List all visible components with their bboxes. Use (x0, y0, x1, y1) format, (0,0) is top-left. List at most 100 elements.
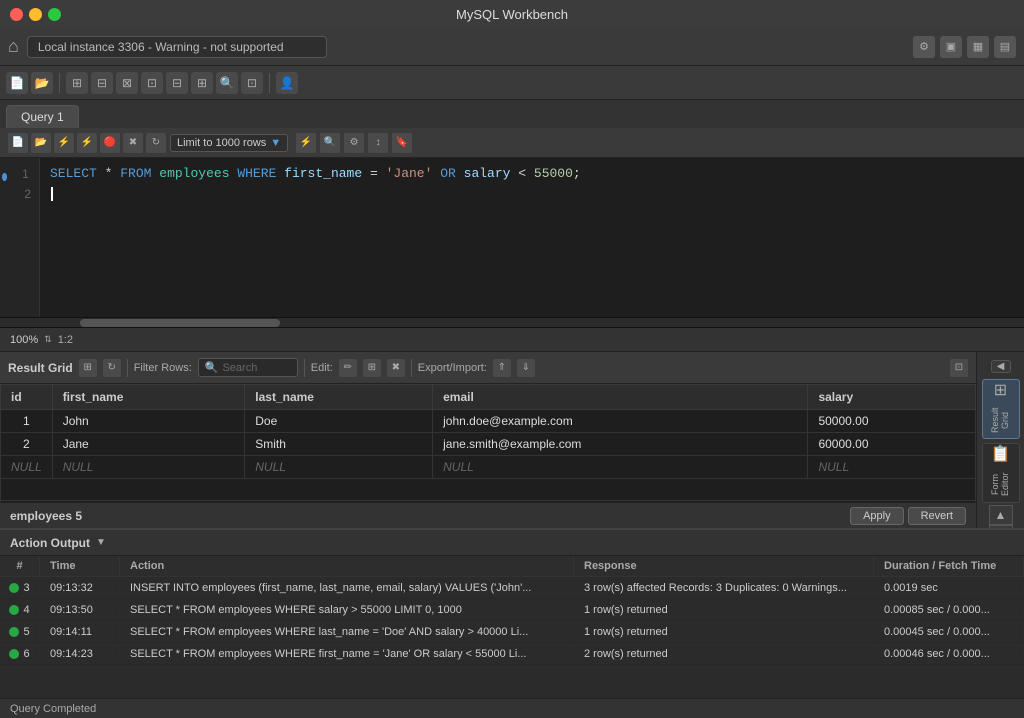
close-button[interactable] (10, 8, 23, 21)
result-grid-side-btn[interactable]: ⊞ Result Grid (982, 379, 1020, 439)
create-table-icon[interactable]: ⊠ (116, 72, 138, 94)
data-table[interactable]: sqlguru.org id first_name last_name emai… (0, 384, 976, 502)
limit-select[interactable]: Limit to 1000 rows ▼ (170, 134, 288, 152)
ao-td-response-6: 2 row(s) returned (574, 646, 874, 662)
line-number-2: 2 (0, 184, 39, 204)
sql-editor: 1 2 SELECT * FROM employees WHERE first_… (0, 158, 1024, 318)
view-icon[interactable]: ▦ (967, 36, 989, 58)
ao-td-duration-6: 0.00046 sec / 0.000... (874, 646, 1024, 662)
form-editor-side-icon: 📋 (991, 444, 1011, 464)
result-table: id first_name last_name email salary 1 J… (0, 384, 976, 502)
create-proc-icon[interactable]: ⊟ (166, 72, 188, 94)
panel-icon[interactable]: ▤ (994, 36, 1016, 58)
execute-icon[interactable]: ⚡ (296, 133, 316, 153)
alter-table-icon[interactable]: ⊟ (91, 72, 113, 94)
grid-icon[interactable]: ⊞ (79, 359, 97, 377)
success-dot-5 (9, 627, 19, 637)
cell-lname-null: NULL (245, 456, 433, 479)
scroll-thumb[interactable] (80, 319, 280, 327)
new-query-icon[interactable]: 📄 (8, 133, 28, 153)
search-placeholder: Search (222, 362, 257, 374)
edit-icon2[interactable]: ⊞ (363, 359, 381, 377)
result-grid-side-label: Result Grid (991, 403, 1011, 438)
cell-email-1: john.doe@example.com (433, 410, 808, 433)
result-toolbar: Result Grid ⊞ ↻ Filter Rows: 🔍 Search Ed… (0, 352, 976, 384)
table-row-empty-1[interactable] (1, 479, 976, 501)
inspect-icon[interactable]: 🔍 (216, 72, 238, 94)
cell-salary-null: NULL (808, 456, 976, 479)
layout-icon[interactable]: ▣ (940, 36, 962, 58)
line-numbers: 1 2 (0, 158, 40, 317)
action-output: Action Output ▼ # Time Action Response D… (0, 528, 1024, 698)
cursor (51, 187, 53, 201)
scroll-area[interactable] (0, 318, 1024, 328)
side-panel: ◀ ⊞ Result Grid 📋 Form Editor ▲ ▼ (976, 352, 1024, 528)
query-tab-1[interactable]: Query 1 (6, 105, 79, 128)
ao-row-3[interactable]: 3 09:13:32 INSERT INTO employees (first_… (0, 577, 1024, 599)
fullscreen-icon[interactable]: ⊡ (950, 359, 968, 377)
maximize-button[interactable] (48, 8, 61, 21)
sql-line-1: SELECT * FROM employees WHERE first_name… (50, 164, 1014, 184)
create-func-icon[interactable]: ⊞ (191, 72, 213, 94)
success-dot-6 (9, 649, 19, 659)
line-dot-1 (2, 173, 6, 181)
nav-up-button[interactable]: ▲ (989, 505, 1013, 525)
refresh-grid-icon[interactable]: ↻ (103, 359, 121, 377)
new-file-icon[interactable]: 📄 (6, 72, 28, 94)
ao-num-6: 6 (23, 648, 29, 660)
export-icon1[interactable]: ⇑ (493, 359, 511, 377)
result-grid-label: Result Grid (8, 361, 73, 375)
action-output-arrow[interactable]: ▼ (96, 537, 106, 548)
action-output-rows: 3 09:13:32 INSERT INTO employees (first_… (0, 577, 1024, 698)
table-tab-label[interactable]: employees 5 (10, 509, 82, 523)
save-query-icon[interactable]: ⚡ (54, 133, 74, 153)
search-icon[interactable]: 🔍 (320, 133, 340, 153)
zoom-spinner-icon[interactable]: ⇅ (44, 334, 52, 345)
close-query-icon[interactable]: ✖ (123, 133, 143, 153)
open-query-icon[interactable]: 📂 (31, 133, 51, 153)
user-icon[interactable]: 👤 (276, 72, 298, 94)
apply-button[interactable]: Apply (850, 507, 904, 525)
export-icon2[interactable]: ⇓ (517, 359, 535, 377)
limit-arrow-icon: ▼ (270, 137, 281, 149)
table-row[interactable]: 2 Jane Smith jane.smith@example.com 6000… (1, 433, 976, 456)
home-icon[interactable]: ⌂ (8, 36, 19, 57)
table-row-empty-2[interactable] (1, 501, 976, 503)
success-dot-4 (9, 605, 19, 615)
col-header-last-name: last_name (245, 385, 433, 410)
query-tab-label: Query 1 (21, 110, 64, 124)
run-query-icon[interactable]: ⚡ (77, 133, 97, 153)
sql-content[interactable]: SELECT * FROM employees WHERE first_name… (40, 158, 1024, 317)
tab-bottom-bar: employees 5 Apply Revert (0, 502, 976, 528)
form-editor-side-btn[interactable]: 📋 Form Editor (982, 443, 1020, 503)
minimize-button[interactable] (29, 8, 42, 21)
table-row[interactable]: 1 John Doe john.doe@example.com 50000.00 (1, 410, 976, 433)
cell-salary-1: 50000.00 (808, 410, 976, 433)
ao-td-action-4: SELECT * FROM employees WHERE salary > 5… (120, 602, 574, 618)
edit-icon3[interactable]: ✖ (387, 359, 405, 377)
ao-row-5[interactable]: 5 09:14:11 SELECT * FROM employees WHERE… (0, 621, 1024, 643)
trigger-icon[interactable]: ⊡ (241, 72, 263, 94)
ao-td-time-4: 09:13:50 (40, 602, 120, 618)
format-icon[interactable]: ↕ (368, 133, 388, 153)
refresh-icon[interactable]: ↻ (146, 133, 166, 153)
revert-button[interactable]: Revert (908, 507, 966, 525)
ao-td-action-5: SELECT * FROM employees WHERE last_name … (120, 624, 574, 640)
status-text: Query Completed (10, 703, 96, 715)
table-row-null[interactable]: NULL NULL NULL NULL NULL (1, 456, 976, 479)
search-box[interactable]: 🔍 Search (198, 358, 298, 377)
cell-fname-1: John (52, 410, 245, 433)
ao-row-6[interactable]: 6 09:14:23 SELECT * FROM employees WHERE… (0, 643, 1024, 665)
ao-row-4[interactable]: 4 09:13:50 SELECT * FROM employees WHERE… (0, 599, 1024, 621)
edit-icon1[interactable]: ✏ (339, 359, 357, 377)
col-header-first-name: first_name (52, 385, 245, 410)
settings-icon[interactable]: ⚙ (913, 36, 935, 58)
stop-query-icon[interactable]: 🔴 (100, 133, 120, 153)
settings2-icon[interactable]: ⚙ (344, 133, 364, 153)
create-view-icon[interactable]: ⊡ (141, 72, 163, 94)
collapse-arrow[interactable]: ◀ (991, 360, 1011, 373)
title-bar: MySQL Workbench (0, 0, 1024, 28)
create-schema-icon[interactable]: ⊞ (66, 72, 88, 94)
open-icon[interactable]: 📂 (31, 72, 53, 94)
bookmark-icon[interactable]: 🔖 (392, 133, 412, 153)
